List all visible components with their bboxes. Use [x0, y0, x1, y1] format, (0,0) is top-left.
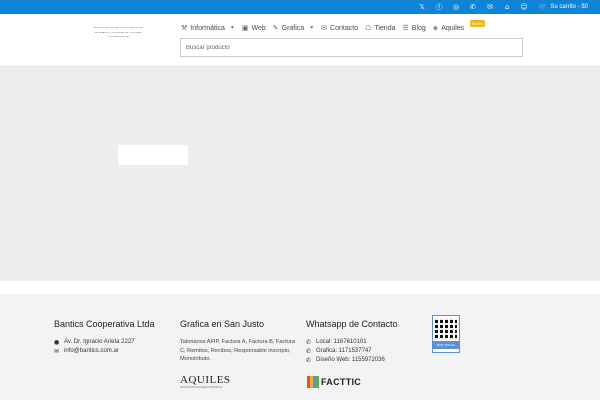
cart-link[interactable]: 🛒 Su carrito - $0 — [533, 0, 600, 14]
section-divider — [0, 281, 600, 294]
nav-item-contacto[interactable]: ✉ Contacto — [321, 21, 363, 35]
qr-code-overlay — [435, 318, 457, 340]
logo-line: INFORMACION, COMUNICACION Y SISTEMAS — [94, 31, 142, 34]
address-text: Av. Dr. Ignacio Arieta 2227 — [64, 339, 135, 345]
new-badge: Nuevo — [469, 20, 486, 27]
whatsapp-line[interactable]: ✆ Local: 1167610101 — [306, 338, 398, 347]
nav-item-blog[interactable]: ☰ Blog — [403, 21, 431, 35]
whatsapp-icon: ✆ — [306, 357, 312, 364]
site-footer: Bantics Cooperativa Ltda ● Av. Dr. Ignac… — [0, 294, 600, 400]
chevron-down-icon: ▼ — [309, 25, 315, 31]
aquiles-brand: AQUILES — [180, 374, 231, 386]
nav-label: Grafica — [281, 24, 305, 32]
nav-item-grafica[interactable]: ✎ Grafica ▼ — [273, 21, 319, 35]
social-icons: 𝕏 ⓕ ◎ ✆ ✉ ⌂ ☺ 🛒 Su carrito - $0 — [414, 0, 600, 14]
phone-icon[interactable]: ✆ — [465, 0, 482, 14]
search-input[interactable] — [186, 44, 522, 51]
email-icon[interactable]: ✉ — [482, 0, 499, 14]
envelope-icon: ✉ — [54, 348, 60, 355]
main-content — [0, 66, 600, 281]
data-fiscal-qr[interactable]: DATA FISCAL — [432, 315, 460, 353]
wrench-icon: ⚒ — [181, 24, 188, 32]
email-text[interactable]: info@bantics.com.ar — [64, 347, 119, 356]
facttic-logo[interactable]: FACTTIC — [307, 376, 361, 388]
whatsapp-line[interactable]: ✆ Diseño Web: 1155972036 — [306, 356, 398, 365]
map-pin-icon: ● — [54, 339, 60, 346]
nav-label: Blog — [411, 24, 426, 32]
instagram-icon[interactable]: ◎ — [448, 0, 465, 14]
nav-item-informatica[interactable]: ⚒ Informática ▼ — [181, 21, 240, 35]
cart-icon: 🛒 — [538, 3, 548, 11]
facebook-icon[interactable]: ⓕ — [431, 0, 448, 14]
nav-label: Tienda — [374, 24, 396, 32]
whatsapp-icon: ✆ — [306, 348, 312, 355]
footer-column-company: Bantics Cooperativa Ltda ● Av. Dr. Ignac… — [54, 319, 155, 356]
cart-label: Su carrito - $0 — [550, 4, 588, 10]
store-icon: ☖ — [365, 24, 372, 32]
nav-label: Web — [251, 24, 266, 32]
footer-heading: Whatsapp de Contacto — [306, 319, 398, 329]
logo-line: NUEVOS OBST NUEVAS TECNOLOGIAS DE LA — [94, 27, 142, 29]
top-bar: 𝕏 ⓕ ◎ ✆ ✉ ⌂ ☺ 🛒 Su carrito - $0 — [0, 0, 600, 14]
whatsapp-number[interactable]: Grafica: 1171537747 — [316, 347, 372, 356]
nav-label: Informática — [190, 24, 225, 32]
grafica-description: Talonarios AFIP, Factura A, Factura B, F… — [180, 339, 295, 363]
facttic-brand: FACTTIC — [321, 377, 362, 387]
nav-item-web[interactable]: ▣ Web — [242, 21, 271, 35]
brush-icon: ✎ — [272, 24, 279, 32]
user-icon[interactable]: ☺ — [516, 0, 533, 14]
nav-item-tienda[interactable]: ☖ Tienda — [365, 21, 400, 35]
address-line: ● Av. Dr. Ignacio Arieta 2227 — [54, 338, 155, 347]
logo-line: COOPERATIVA LTDA — [107, 36, 129, 39]
footer-heading: Bantics Cooperativa Ltda — [54, 319, 155, 329]
whatsapp-line[interactable]: ✆ Grafica: 1171537747 — [306, 347, 398, 356]
aquiles-subtitle: FACTURACION ELECTRONICA — [180, 386, 223, 389]
blog-icon: ☰ — [402, 24, 409, 32]
nav-label: Aquiles — [441, 24, 465, 32]
facttic-mosaic-icon — [307, 376, 319, 388]
email-line[interactable]: ✉ info@bantics.com.ar — [54, 347, 155, 356]
site-logo[interactable]: NUEVOS OBST NUEVAS TECNOLOGIAS DE LA INF… — [86, 27, 150, 39]
envelope-icon: ✉ — [321, 24, 328, 32]
site-header: NUEVOS OBST NUEVAS TECNOLOGIAS DE LA INF… — [0, 14, 600, 66]
home-icon[interactable]: ⌂ — [499, 0, 516, 14]
footer-column-grafica: Grafica en San Justo Talonarios AFIP, Fa… — [180, 319, 295, 364]
content-placeholder-box — [118, 145, 188, 165]
web-icon: ▣ — [241, 24, 249, 32]
footer-heading: Grafica en San Justo — [180, 319, 265, 329]
whatsapp-icon: ✆ — [306, 339, 312, 346]
nav-label: Contacto — [330, 24, 359, 32]
search-box[interactable] — [180, 38, 523, 57]
nav-item-aquiles[interactable]: ◈ Aquiles Nuevo — [432, 20, 486, 35]
whatsapp-number[interactable]: Local: 1167610101 — [316, 338, 367, 347]
aquiles-logo[interactable]: AQUILES FACTURACION ELECTRONICA — [180, 374, 238, 389]
qr-label: DATA FISCAL — [433, 341, 459, 349]
footer-column-whatsapp: Whatsapp de Contacto ✆ Local: 1167610101… — [306, 319, 398, 365]
tag-icon: ◈ — [432, 24, 439, 32]
twitter-icon[interactable]: 𝕏 — [414, 0, 431, 14]
whatsapp-number[interactable]: Diseño Web: 1155972036 — [316, 356, 385, 365]
chevron-down-icon: ▼ — [229, 25, 235, 31]
main-nav: ⚒ Informática ▼ ▣ Web ✎ Grafica ▼ ✉ Cont… — [181, 20, 486, 35]
